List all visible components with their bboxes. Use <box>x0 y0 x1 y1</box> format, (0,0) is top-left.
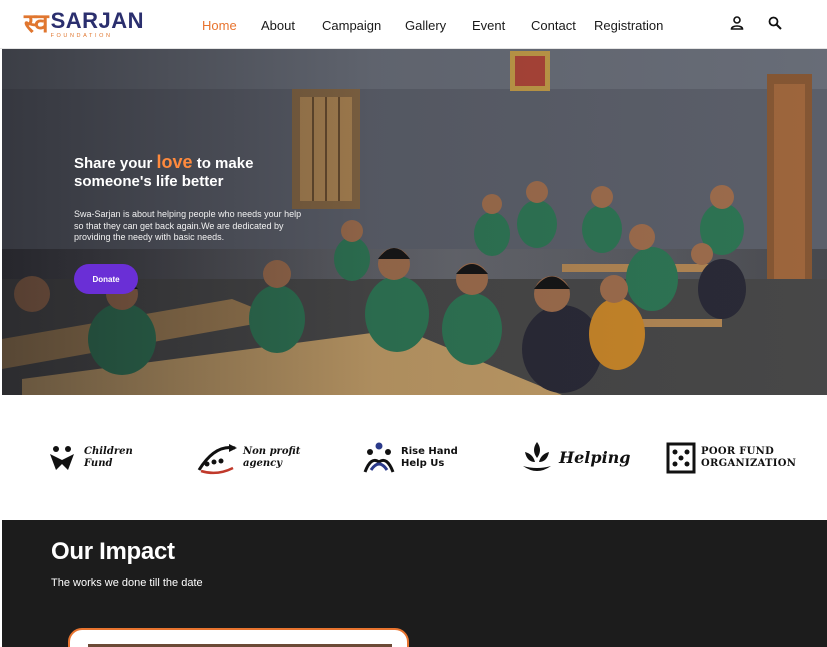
partner-logos: Children Fund Non profit agency Rise Hand H… <box>0 395 827 520</box>
hero-description: Swa-Sarjan is about helping people who n… <box>74 209 302 242</box>
user-icon[interactable] <box>729 15 745 31</box>
partner-rise-hand[interactable]: Rise Hand Help Us <box>361 440 458 476</box>
impact-title: Our Impact <box>51 538 175 565</box>
nav-gallery[interactable]: Gallery <box>405 18 446 33</box>
helping-logo <box>523 442 551 471</box>
hero-banner: Share your love to make someone's life b… <box>2 49 827 395</box>
logo-name: SARJAN <box>50 8 145 33</box>
partner-rise-hand-line1: Rise Hand <box>401 446 458 457</box>
partner-nonprofit-line1: Non profit <box>243 446 301 457</box>
nonprofit-agency-logo <box>197 444 237 475</box>
partner-helping[interactable]: Helping <box>519 440 630 476</box>
logo[interactable]: स्व SARJAN FOUNDATION <box>24 10 144 40</box>
partner-children-fund[interactable]: Children Fund <box>44 440 133 476</box>
partner-poor-fund[interactable]: POOR FUND ORGANIZATION <box>665 440 796 476</box>
hero-title: Share your love to make someone's life b… <box>74 152 254 190</box>
poor-fund-logo <box>666 442 696 474</box>
nav-home[interactable]: Home <box>202 18 237 33</box>
partner-children-fund-line2: Fund <box>84 458 113 469</box>
impact-subtitle: The works we done till the date <box>51 577 203 589</box>
logo-subtitle: FOUNDATION <box>50 33 113 39</box>
nav-event[interactable]: Event <box>472 18 505 33</box>
nav-campaign[interactable]: Campaign <box>322 18 381 33</box>
impact-card[interactable] <box>68 628 409 647</box>
partner-helping-label: Helping <box>559 448 631 467</box>
partner-nonprofit-agency[interactable]: Non profit agency <box>195 440 300 476</box>
hero-title-love: love <box>156 152 193 172</box>
navbar: स्व SARJAN FOUNDATION Home About Campaig… <box>0 0 827 49</box>
partner-children-fund-line1: Children <box>84 446 133 457</box>
donate-button[interactable]: Donate <box>74 264 138 294</box>
nav-contact[interactable]: Contact <box>531 18 576 33</box>
impact-section: Our Impact The works we done till the da… <box>2 520 827 647</box>
partner-nonprofit-line2: agency <box>243 458 283 469</box>
logo-mark: स्व <box>24 9 49 39</box>
rise-hand-logo <box>363 442 395 473</box>
partner-poor-fund-line1: POOR FUND <box>701 446 775 457</box>
nav-about[interactable]: About <box>261 18 295 33</box>
search-icon[interactable] <box>767 15 783 31</box>
nav-registration[interactable]: Registration <box>594 18 663 33</box>
partner-rise-hand-line2: Help Us <box>401 458 445 469</box>
partner-poor-fund-line2: ORGANIZATION <box>701 458 797 469</box>
children-fund-logo <box>50 446 74 470</box>
